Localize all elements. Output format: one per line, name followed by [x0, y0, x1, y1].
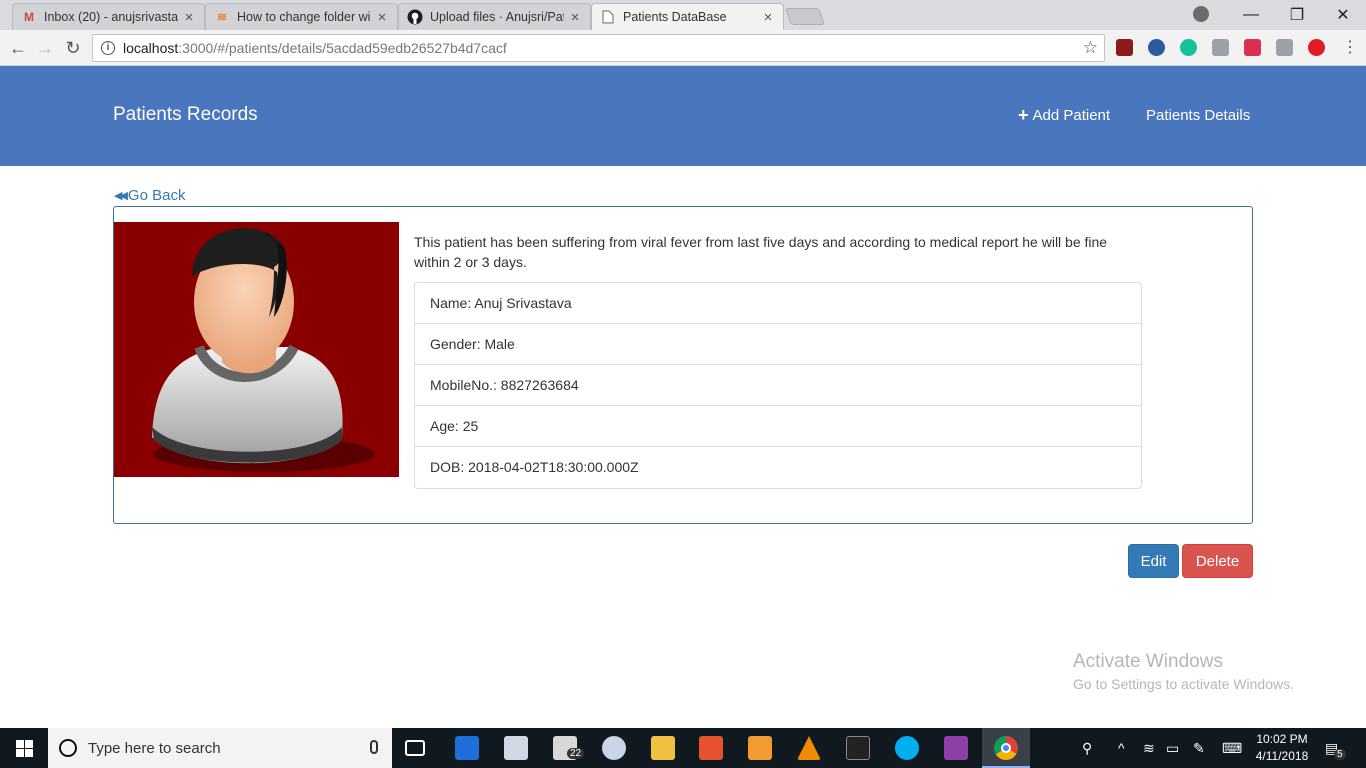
tab-gmail[interactable]: M Inbox (20) - anujsrivastav ×: [12, 3, 205, 30]
address-bar[interactable]: i localhost:3000/#/patients/details/5acd…: [92, 34, 1105, 62]
windows-taskbar: Type here to search 22 ⚲ ^ ≋ ▭ ✎ ⌨ 10:02…: [0, 728, 1366, 768]
tab-stackoverflow[interactable]: ≋ How to change folder wi ×: [205, 3, 398, 30]
clock-time: 10:02 PM: [1256, 732, 1308, 746]
start-button[interactable]: [0, 728, 48, 768]
go-back-link[interactable]: ◀◀ Go Back: [114, 187, 185, 204]
gmail-icon: M: [24, 10, 34, 24]
page-icon: [600, 9, 616, 25]
url-host: localhost: [123, 40, 179, 56]
sublime-text-icon[interactable]: [748, 736, 772, 760]
keyboard-icon[interactable]: ⌨: [1222, 740, 1242, 757]
delete-button[interactable]: Delete: [1182, 544, 1253, 578]
tab-title: Inbox (20) - anujsrivastav: [44, 10, 178, 24]
forward-arrow-icon[interactable]: →: [33, 36, 57, 60]
github-icon: [407, 9, 423, 25]
detail-age: Age: 25: [415, 406, 1141, 447]
window-controls: — ❐ ✕: [1228, 0, 1366, 30]
plus-icon: +: [1018, 105, 1029, 125]
defender-icon[interactable]: [455, 736, 479, 760]
patient-description: This patient has been suffering from vir…: [414, 234, 1108, 270]
cortana-icon: [59, 739, 77, 757]
system-clock[interactable]: 10:02 PM 4/11/2018: [1252, 731, 1312, 765]
battery-icon[interactable]: ▭: [1166, 740, 1179, 757]
activate-windows-subtitle: Go to Settings to activate Windows.: [1073, 676, 1294, 692]
edit-button[interactable]: Edit: [1128, 544, 1179, 578]
task-view-icon[interactable]: [405, 740, 425, 756]
add-patient-label: Add Patient: [1032, 107, 1111, 124]
detail-name: Name: Anuj Srivastava: [415, 283, 1141, 324]
new-tab-button[interactable]: [784, 8, 826, 25]
activate-windows-title: Activate Windows: [1073, 651, 1223, 672]
detail-mobile: MobileNo.: 8827263684: [415, 365, 1141, 406]
add-patient-link[interactable]: + Add Patient: [1018, 105, 1111, 125]
terminal-icon[interactable]: [846, 736, 870, 760]
people-icon[interactable]: ⚲: [1082, 740, 1092, 757]
opera-icon[interactable]: [1308, 39, 1325, 56]
restore-icon[interactable]: ❐: [1274, 5, 1320, 25]
clock-date: 4/11/2018: [1255, 749, 1309, 763]
close-icon[interactable]: ×: [568, 9, 582, 26]
patients-details-label: Patients Details: [1146, 107, 1251, 124]
bookmark-star-icon[interactable]: ☆: [1083, 38, 1098, 58]
browser-toolbar: ← → ↻ i localhost:3000/#/patients/detail…: [0, 30, 1366, 66]
pdf-extension-icon[interactable]: [1116, 39, 1133, 56]
stackoverflow-icon: ≋: [216, 10, 228, 24]
tab-title: How to change folder wi: [237, 10, 371, 24]
reload-icon[interactable]: ↻: [61, 36, 85, 60]
brand-title[interactable]: Patients Records: [113, 104, 258, 126]
info-icon[interactable]: i: [101, 41, 115, 55]
detail-dob: DOB: 2018-04-02T18:30:00.000Z: [430, 459, 639, 475]
close-icon[interactable]: ×: [375, 9, 389, 26]
chrome-icon: [994, 736, 1018, 760]
paint-icon[interactable]: [602, 736, 626, 760]
go-back-label: Go Back: [127, 187, 186, 204]
skype-icon[interactable]: [895, 736, 919, 760]
menu-kebab-icon[interactable]: ⋮: [1338, 36, 1362, 60]
vlc-icon[interactable]: [797, 736, 821, 760]
close-icon[interactable]: ×: [761, 9, 775, 26]
extension-icon[interactable]: [1212, 39, 1229, 56]
minimize-icon[interactable]: —: [1228, 6, 1274, 24]
patients-details-link[interactable]: Patients Details: [1146, 107, 1250, 124]
app-icon[interactable]: [944, 736, 968, 760]
tab-github[interactable]: Upload files · Anujsri/Pat ×: [398, 3, 591, 30]
close-icon[interactable]: ×: [182, 9, 196, 26]
show-hidden-icons-chevron-icon[interactable]: ^: [1118, 740, 1125, 756]
extension-icon[interactable]: [1148, 39, 1165, 56]
close-window-icon[interactable]: ✕: [1320, 5, 1366, 25]
mail-badge: 22: [567, 748, 585, 759]
browser-tab-strip: M Inbox (20) - anujsrivastav × ≋ How to …: [0, 0, 1366, 30]
microphone-icon[interactable]: [370, 740, 378, 754]
cart-icon[interactable]: [1276, 39, 1293, 56]
taskbar-search[interactable]: Type here to search: [48, 728, 392, 768]
tab-patients-database[interactable]: Patients DataBase ×: [591, 3, 784, 30]
windows-logo-icon: [15, 739, 33, 757]
wifi-icon[interactable]: ≋: [1143, 740, 1155, 757]
patient-avatar: [114, 222, 399, 477]
eclipse-icon[interactable]: [699, 736, 723, 760]
notification-badge: 5: [1334, 749, 1346, 760]
double-chevron-left-icon: ◀◀: [114, 190, 128, 202]
person-avatar-icon: [152, 228, 374, 472]
profile-icon[interactable]: [1193, 6, 1209, 22]
grammarly-icon[interactable]: [1180, 39, 1197, 56]
back-arrow-icon[interactable]: ←: [6, 36, 30, 60]
search-placeholder: Type here to search: [88, 739, 221, 757]
tab-title: Upload files · Anujsri/Pat: [430, 10, 564, 24]
detail-gender: Gender: Male: [415, 324, 1141, 365]
chrome-taskbar-button[interactable]: [982, 728, 1030, 768]
file-explorer-icon[interactable]: [651, 736, 675, 760]
url-path: :3000/#/patients/details/5acdad59edb2652…: [178, 40, 507, 56]
extension-icon[interactable]: [1244, 39, 1261, 56]
pen-icon[interactable]: ✎: [1193, 740, 1205, 757]
patient-details-list: Name: Anuj Srivastava Gender: Male Mobil…: [414, 282, 1142, 489]
tab-title: Patients DataBase: [623, 10, 727, 24]
store-icon[interactable]: [504, 736, 528, 760]
